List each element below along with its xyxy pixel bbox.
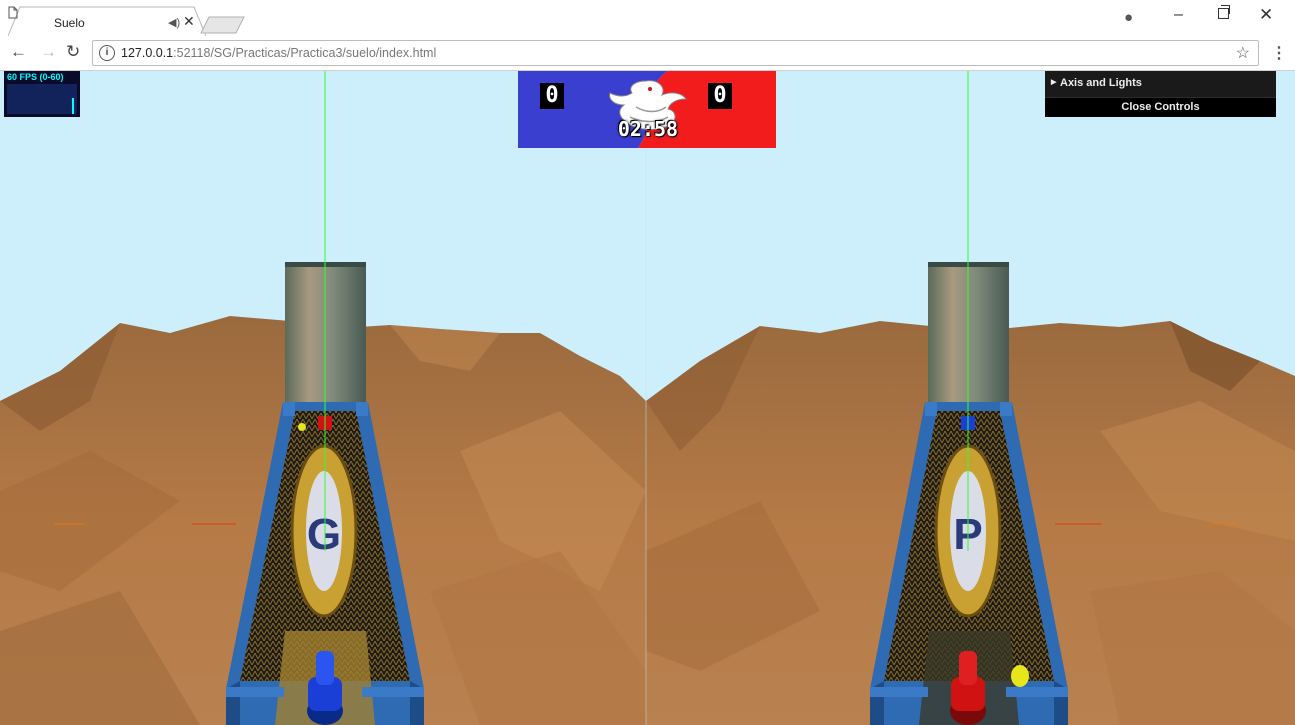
- reload-icon[interactable]: ↻: [66, 42, 80, 62]
- right-red-paddle: [959, 651, 977, 685]
- browser-tab[interactable]: Suelo ◀) ✕: [8, 6, 207, 36]
- minimize-icon[interactable]: –: [1174, 6, 1183, 24]
- scoreboard: 0 0 02:58: [518, 71, 776, 148]
- blue-score: 0: [540, 83, 564, 109]
- tab-title: Suelo: [54, 16, 85, 30]
- fps-stats-panel[interactable]: 60 FPS (0-60): [4, 71, 80, 117]
- url-host: 127.0.0.1: [121, 46, 174, 60]
- axis-lights-folder[interactable]: ▶ Axis and Lights: [1045, 71, 1276, 98]
- forward-icon[interactable]: →: [40, 42, 57, 62]
- menu-icon[interactable]: ⋮: [1271, 43, 1287, 63]
- url-path: :52118/SG/Practicas/Practica3/suelo/inde…: [173, 46, 437, 60]
- game-scene[interactable]: G P: [0, 71, 1295, 725]
- fps-graph-bar: [72, 98, 74, 114]
- back-icon[interactable]: ←: [10, 42, 27, 62]
- page-icon: [8, 6, 18, 19]
- info-icon[interactable]: i: [99, 45, 115, 61]
- match-timer: 02:58: [617, 117, 679, 141]
- controls-panel: ▶ Axis and Lights Close Controls: [1045, 71, 1276, 117]
- webgl-viewport[interactable]: G P 60 FPS (0-60) 0 0 02:58 ▶ Axis and L…: [0, 71, 1295, 725]
- fps-graph: [7, 84, 77, 114]
- right-yellow-ball: [1011, 665, 1029, 687]
- folder-label: Axis and Lights: [1060, 77, 1142, 89]
- left-yellow-ball: [298, 423, 306, 431]
- account-icon[interactable]: ●: [1124, 9, 1133, 26]
- speaker-icon[interactable]: ◀): [168, 16, 180, 29]
- tab-strip: Suelo ◀) ✕ ● – ✕: [0, 0, 1295, 36]
- folder-arrow-icon: ▶: [1051, 79, 1057, 86]
- bookmark-star-icon[interactable]: ☆: [1236, 43, 1250, 63]
- browser-toolbar: ← → ↻ i 127.0.0.1:52118/SG/Practicas/Pra…: [0, 36, 1295, 71]
- tab-close-icon[interactable]: ✕: [183, 13, 195, 30]
- url-text[interactable]: 127.0.0.1:52118/SG/Practicas/Practica3/s…: [121, 46, 436, 60]
- address-bar[interactable]: i 127.0.0.1:52118/SG/Practicas/Practica3…: [92, 40, 1259, 66]
- fps-label: 60 FPS (0-60): [7, 72, 64, 82]
- close-controls-button[interactable]: Close Controls: [1045, 98, 1276, 117]
- svg-text:G: G: [307, 510, 341, 559]
- new-tab-button[interactable]: [200, 16, 246, 34]
- red-score: 0: [708, 83, 732, 109]
- left-blue-paddle: [316, 651, 334, 685]
- restore-icon[interactable]: [1218, 5, 1230, 19]
- window-close-icon[interactable]: ✕: [1259, 5, 1273, 25]
